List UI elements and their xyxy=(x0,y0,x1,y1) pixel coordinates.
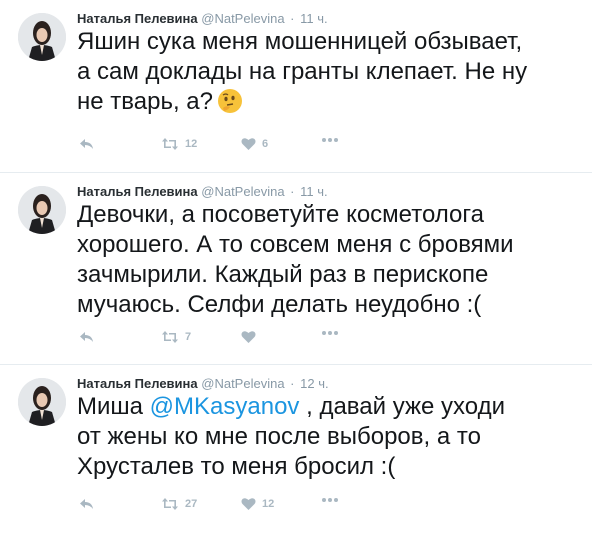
reply-icon xyxy=(80,499,93,509)
retweet-button[interactable]: 7 xyxy=(161,330,191,344)
avatar[interactable] xyxy=(18,13,66,61)
like-button[interactable] xyxy=(241,330,262,344)
tweet-text: Миша @MKasyanov , давай уже уходи от жен… xyxy=(77,392,582,482)
retweet-icon xyxy=(162,331,178,343)
tweet[interactable]: Наталья Пелевина @NatPelevina · 11 ч. Де… xyxy=(0,173,592,365)
separator: · xyxy=(290,376,295,391)
tweet-text-before: Миша xyxy=(77,393,150,420)
separator: · xyxy=(290,11,295,26)
author-username[interactable]: @NatPelevina xyxy=(201,184,284,199)
retweet-button[interactable]: 12 xyxy=(161,137,197,151)
tweet-header: Наталья Пелевина @NatPelevina · 12 ч. xyxy=(77,376,329,391)
retweet-count: 27 xyxy=(185,498,198,510)
heart-icon xyxy=(241,138,256,150)
more-button[interactable] xyxy=(321,497,339,503)
avatar[interactable] xyxy=(18,186,66,234)
reply-icon xyxy=(80,332,93,342)
author-name[interactable]: Наталья Пелевина xyxy=(77,11,198,26)
tweet-timestamp[interactable]: 11 ч. xyxy=(300,11,328,26)
retweet-count: 12 xyxy=(185,138,198,150)
author-name[interactable]: Наталья Пелевина xyxy=(77,184,198,199)
more-icon xyxy=(322,331,338,335)
thinking-face-icon xyxy=(217,88,243,114)
more-button[interactable] xyxy=(321,137,339,143)
like-button[interactable]: 12 xyxy=(241,497,274,511)
tweet-text: Яшин сука меня мошенницей обзывает, а са… xyxy=(77,27,582,117)
reply-button[interactable] xyxy=(79,330,95,344)
like-count: 12 xyxy=(262,498,275,510)
retweet-icon xyxy=(162,498,178,510)
tweet-timestamp[interactable]: 11 ч. xyxy=(300,184,328,199)
tweet-text: Девочки, а посоветуйте косметолога хорош… xyxy=(77,201,514,318)
tweet-header: Наталья Пелевина @NatPelevina · 11 ч. xyxy=(77,184,328,199)
tweet[interactable]: Наталья Пелевина @NatPelevina · 12 ч. Ми… xyxy=(0,365,592,541)
like-button[interactable]: 6 xyxy=(241,137,268,151)
separator: · xyxy=(290,184,295,199)
reply-button[interactable] xyxy=(79,497,95,511)
tweet-header: Наталья Пелевина @NatPelevina · 11 ч. xyxy=(77,11,328,26)
tweet[interactable]: Наталья Пелевина @NatPelevina · 11 ч. Яш… xyxy=(0,0,592,173)
tweet-timestamp[interactable]: 12 ч. xyxy=(300,376,328,391)
author-username[interactable]: @NatPelevina xyxy=(201,376,284,391)
avatar[interactable] xyxy=(18,378,66,426)
tweet-text-body: Яшин сука меня мошенницей обзывает, а са… xyxy=(77,28,528,115)
reply-icon xyxy=(80,139,93,149)
author-name[interactable]: Наталья Пелевина xyxy=(77,376,198,391)
retweet-icon xyxy=(162,138,178,150)
more-button[interactable] xyxy=(321,330,339,336)
mention-link[interactable]: @MKasyanov xyxy=(150,393,300,420)
like-count: 6 xyxy=(262,138,269,150)
heart-icon xyxy=(241,331,256,343)
heart-icon xyxy=(241,498,256,510)
reply-button[interactable] xyxy=(79,137,95,151)
author-username[interactable]: @NatPelevina xyxy=(201,11,284,26)
more-icon xyxy=(322,498,338,502)
retweet-count: 7 xyxy=(185,331,192,343)
more-icon xyxy=(322,138,338,142)
retweet-button[interactable]: 27 xyxy=(161,497,197,511)
tweet-feed: Наталья Пелевина @NatPelevina · 11 ч. Яш… xyxy=(0,0,592,541)
